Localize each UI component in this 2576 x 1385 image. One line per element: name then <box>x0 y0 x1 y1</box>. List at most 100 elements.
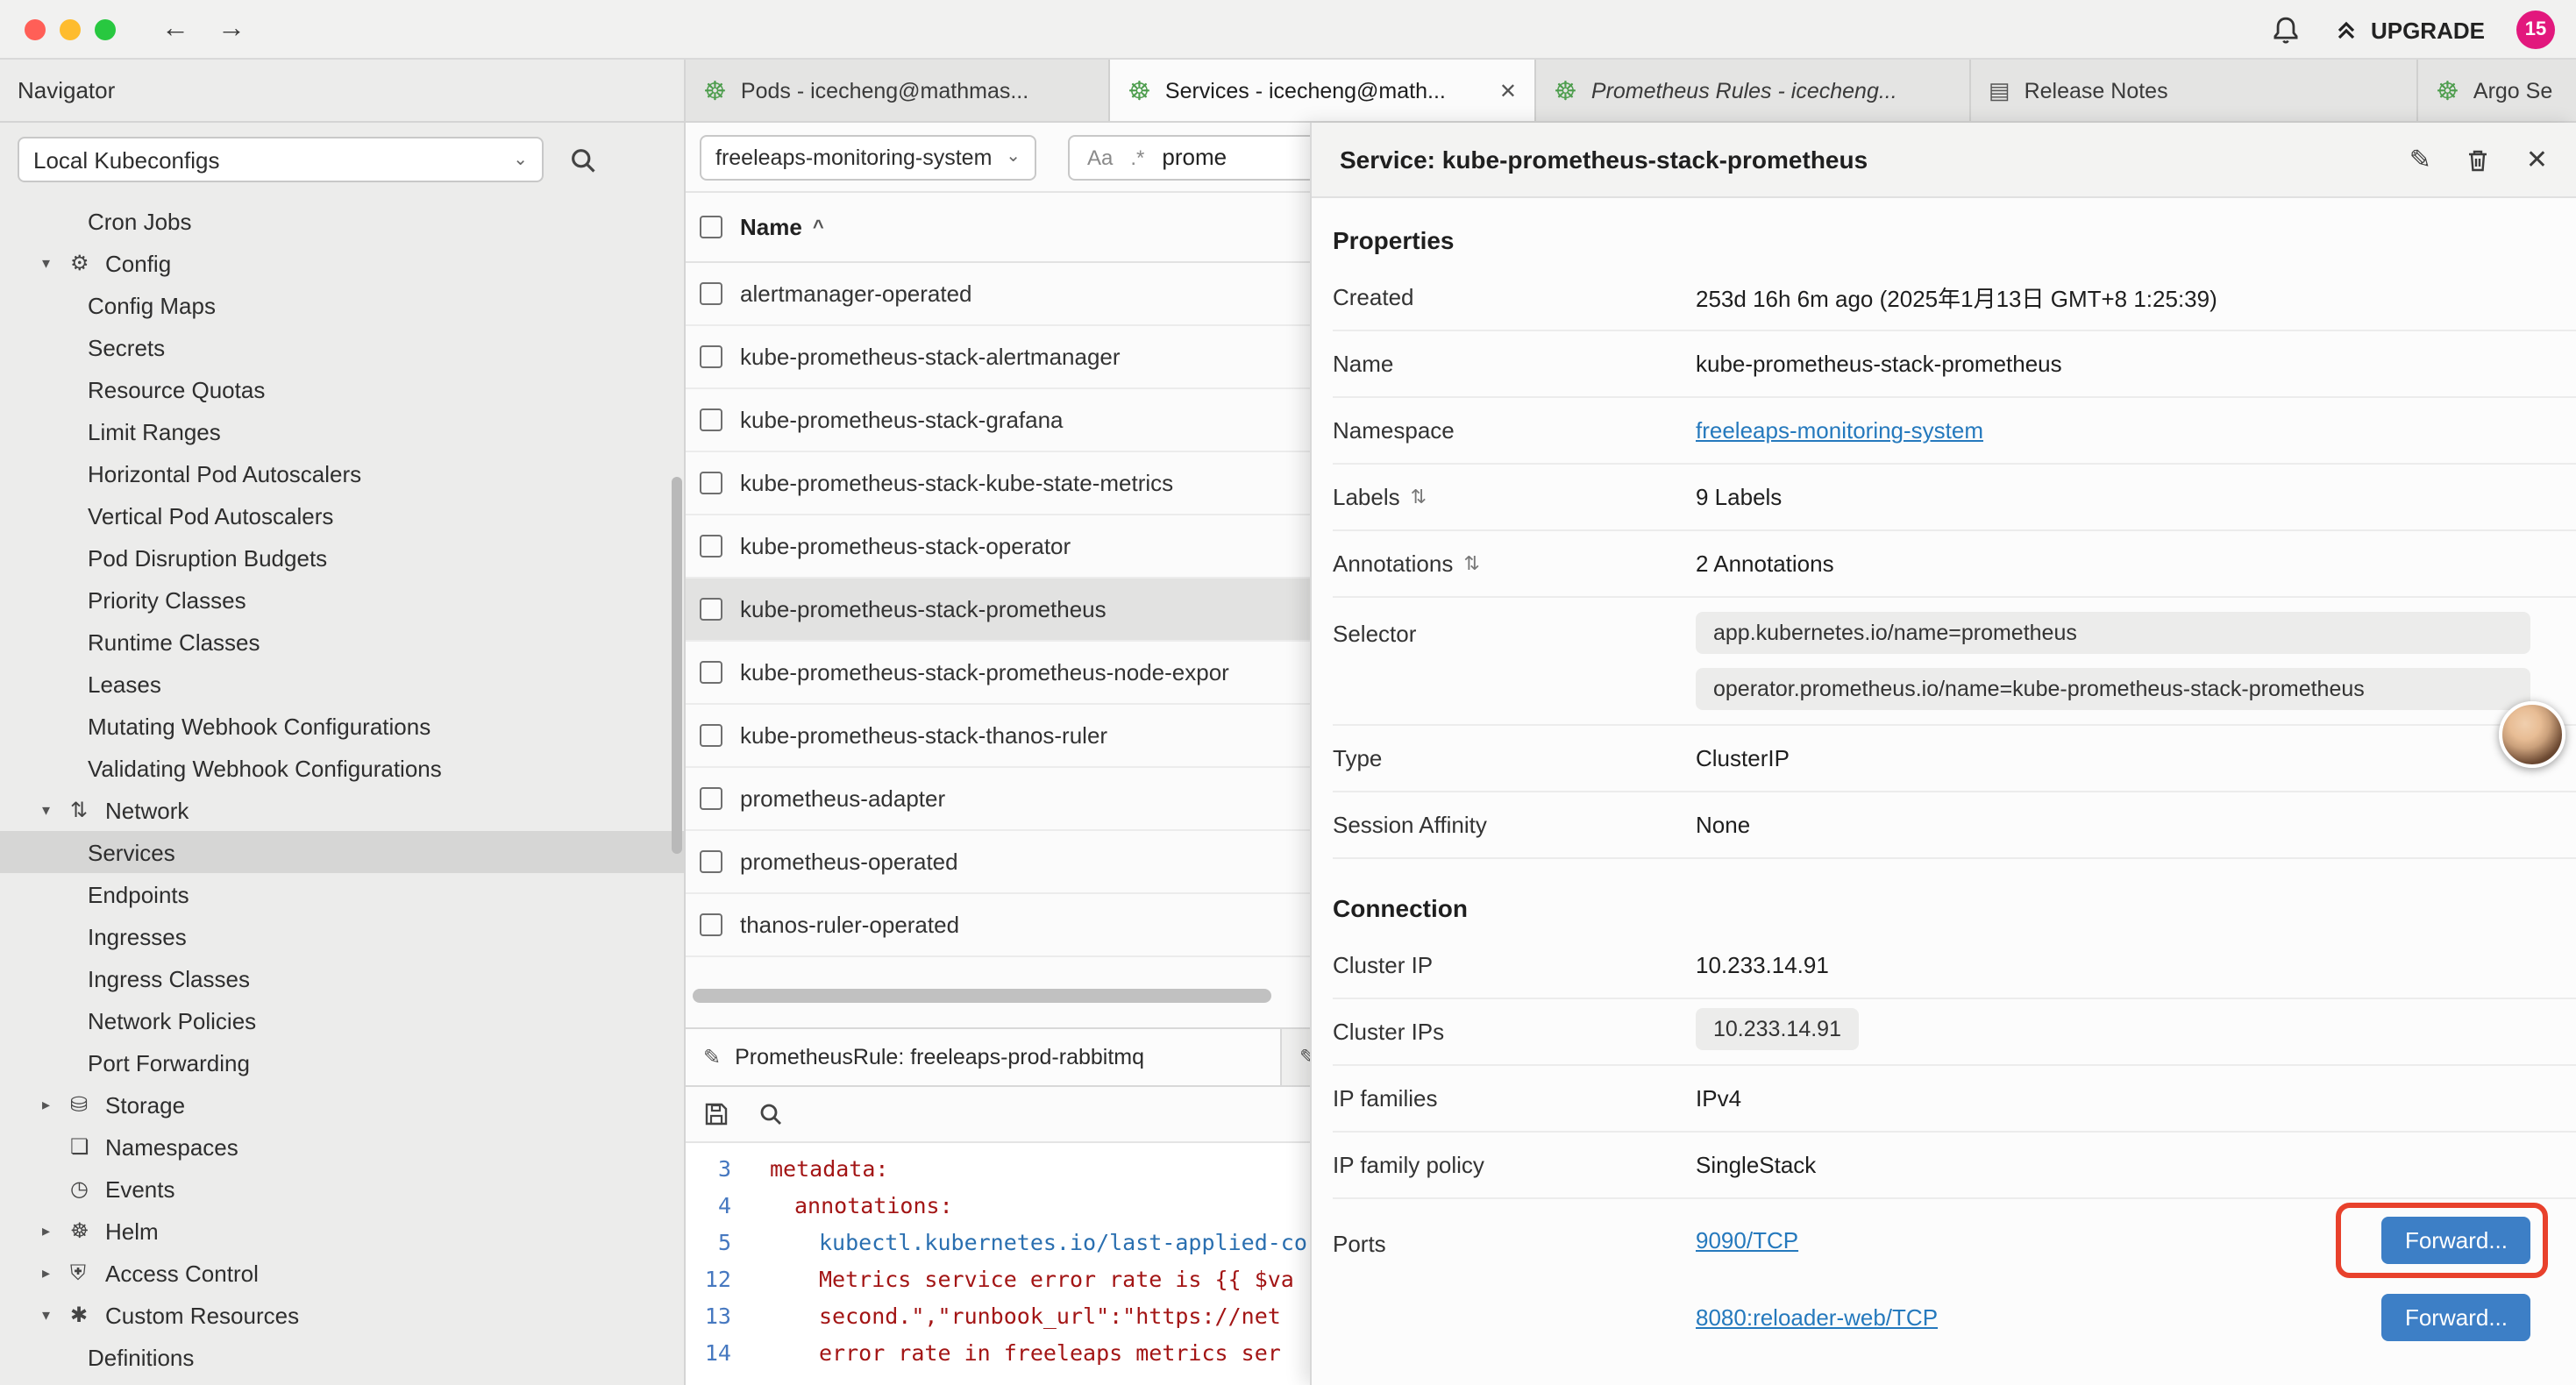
table-row[interactable]: alertmanager-operated <box>686 263 1310 326</box>
tab-prometheus-rules[interactable]: ☸ Prometheus Rules - icecheng... <box>1536 60 1971 121</box>
table-row[interactable]: kube-prometheus-stack-grafana <box>686 389 1310 452</box>
tab-services[interactable]: ☸ Services - icecheng@math... ✕ <box>1110 60 1536 121</box>
editor-search-icon[interactable] <box>758 1101 784 1127</box>
match-case-toggle[interactable]: Aa <box>1087 145 1113 169</box>
sidebar-item[interactable]: ❏ Namespaces <box>0 1126 684 1168</box>
sidebar-item[interactable]: Leases <box>0 663 684 705</box>
row-checkbox[interactable] <box>700 472 722 494</box>
expander-icon[interactable]: ▾ <box>42 253 70 273</box>
sidebar-item[interactable]: ▾ ⇅ Network <box>0 789 684 831</box>
table-row[interactable]: kube-prometheus-stack-kube-state-metrics <box>686 452 1310 515</box>
zoom-window-button[interactable] <box>95 18 116 39</box>
select-all-checkbox[interactable] <box>700 216 722 238</box>
expand-toggle-icon[interactable]: ⇅ <box>1411 486 1427 508</box>
sidebar-item[interactable]: ◷ Events <box>0 1168 684 1210</box>
save-icon[interactable] <box>703 1101 729 1127</box>
sidebar-item[interactable]: ▾ ⚙ Config <box>0 242 684 284</box>
table-row[interactable]: kube-prometheus-stack-alertmanager <box>686 326 1310 389</box>
notifications-bell-icon[interactable] <box>2271 15 2301 45</box>
row-checkbox[interactable] <box>700 850 722 873</box>
row-checkbox[interactable] <box>700 535 722 558</box>
table-row[interactable]: prometheus-operated <box>686 831 1310 894</box>
tab-close-icon[interactable]: ✕ <box>1499 78 1517 103</box>
row-checkbox[interactable] <box>700 913 722 936</box>
delete-trash-icon[interactable] <box>2466 146 2491 173</box>
forward-button[interactable]: → <box>217 13 246 45</box>
table-row[interactable]: kube-prometheus-stack-thanos-ruler <box>686 705 1310 768</box>
sidebar-search-icon[interactable] <box>568 145 598 174</box>
sidebar-item[interactable]: Ingress Classes <box>0 957 684 999</box>
sidebar-item[interactable]: Definitions <box>0 1336 684 1378</box>
back-button[interactable]: ← <box>161 13 189 45</box>
kubeconfig-selector[interactable]: Local Kubeconfigs ⌄ <box>18 137 544 182</box>
sidebar-item[interactable]: ▸ ⛁ Storage <box>0 1083 684 1126</box>
sidebar-item[interactable]: Limit Ranges <box>0 410 684 452</box>
sidebar-item[interactable]: Mutating Webhook Configurations <box>0 705 684 747</box>
sidebar-item[interactable]: Services <box>0 831 684 873</box>
sidebar-item[interactable]: Cron Jobs <box>0 200 684 242</box>
namespace-link[interactable]: freeleaps-monitoring-system <box>1696 417 1983 444</box>
table-row[interactable]: kube-prometheus-stack-prometheus-node-ex… <box>686 642 1310 705</box>
close-icon[interactable]: ✕ <box>2526 144 2548 175</box>
upgrade-button[interactable]: UPGRADE <box>2332 16 2485 44</box>
sidebar-item[interactable]: Runtime Classes <box>0 621 684 663</box>
table-row[interactable]: kube-prometheus-stack-operator <box>686 515 1310 579</box>
sidebar-item[interactable]: Secrets <box>0 326 684 368</box>
yaml-editor[interactable]: 3 metadata: 4 annotations: 5 kubectl.kub… <box>686 1143 1310 1385</box>
row-checkbox[interactable] <box>700 282 722 305</box>
row-checkbox[interactable] <box>700 787 722 810</box>
expander-icon[interactable]: ▾ <box>42 800 70 820</box>
table-search-box[interactable]: Aa .* prome <box>1068 134 1310 180</box>
row-checkbox[interactable] <box>700 408 722 431</box>
row-checkbox[interactable] <box>700 345 722 368</box>
ip-families-label: IP families <box>1333 1085 1696 1112</box>
dock-tab-next[interactable]: ✎ <box>1282 1029 1310 1085</box>
close-window-button[interactable] <box>25 18 46 39</box>
sidebar-item[interactable]: ▾ ✱ Custom Resources <box>0 1294 684 1336</box>
row-checkbox[interactable] <box>700 661 722 684</box>
table-row[interactable]: kube-prometheus-stack-prometheus <box>686 579 1310 642</box>
expander-icon[interactable]: ▾ <box>42 1305 70 1325</box>
sidebar-item[interactable]: Config Maps <box>0 284 684 326</box>
notification-count-badge[interactable]: 15 <box>2516 11 2555 49</box>
minimize-window-button[interactable] <box>60 18 81 39</box>
sidebar-item[interactable]: ▸ ⛨ Access Control <box>0 1252 684 1294</box>
sidebar-item[interactable]: Endpoints <box>0 873 684 915</box>
horizontal-scrollbar-thumb[interactable] <box>693 989 1271 1003</box>
row-checkbox[interactable] <box>700 598 722 621</box>
sidebar-item[interactable]: ▸ ☸ Helm <box>0 1210 684 1252</box>
sidebar-item[interactable]: Pod Disruption Budgets <box>0 536 684 579</box>
sidebar-item[interactable]: Horizontal Pod Autoscalers <box>0 452 684 494</box>
tab-release-notes[interactable]: ▤ Release Notes <box>1971 60 2418 121</box>
edit-pencil-icon[interactable]: ✎ <box>2409 144 2431 175</box>
tab-pods[interactable]: ☸ Pods - icecheng@mathmas... <box>686 60 1110 121</box>
search-input[interactable]: prome <box>1162 144 1227 170</box>
row-checkbox[interactable] <box>700 724 722 747</box>
expand-toggle-icon[interactable]: ⇅ <box>1463 552 1479 575</box>
table-row[interactable]: thanos-ruler-operated <box>686 894 1310 957</box>
tab-argo[interactable]: ☸ Argo Se <box>2418 60 2576 121</box>
sidebar-item[interactable]: Port Forwarding <box>0 1041 684 1083</box>
expander-icon[interactable]: ▸ <box>42 1263 70 1282</box>
expander-icon[interactable]: ▸ <box>42 1221 70 1240</box>
forward-button[interactable]: Forward... <box>2382 1216 2530 1263</box>
sidebar-item[interactable]: Ingresses <box>0 915 684 957</box>
horizontal-scrollbar[interactable] <box>686 989 1310 1003</box>
sidebar-item[interactable]: Resource Quotas <box>0 368 684 410</box>
namespace-filter-select[interactable]: freeleaps-monitoring-system ⌄ <box>700 134 1036 180</box>
sidebar-item[interactable]: Priority Classes <box>0 579 684 621</box>
sidebar-scrollbar-thumb[interactable] <box>672 477 682 854</box>
port-link[interactable]: 8080:reloader-web/TCP <box>1696 1303 1938 1330</box>
table-row[interactable]: prometheus-adapter <box>686 768 1310 831</box>
dock-tab-prometheusrule[interactable]: ✎ PrometheusRule: freeleaps-prod-rabbitm… <box>686 1029 1282 1085</box>
port-link[interactable]: 9090/TCP <box>1696 1226 1798 1253</box>
sort-ascending-icon[interactable]: ^ <box>813 217 824 238</box>
forward-button[interactable]: Forward... <box>2382 1293 2530 1340</box>
sidebar-item[interactable]: Network Policies <box>0 999 684 1041</box>
user-avatar[interactable] <box>2499 701 2565 768</box>
expander-icon[interactable]: ▸ <box>42 1095 70 1114</box>
sidebar-item[interactable]: Vertical Pod Autoscalers <box>0 494 684 536</box>
regex-toggle[interactable]: .* <box>1130 145 1144 169</box>
name-column-header[interactable]: Name <box>740 214 802 240</box>
sidebar-item[interactable]: Validating Webhook Configurations <box>0 747 684 789</box>
